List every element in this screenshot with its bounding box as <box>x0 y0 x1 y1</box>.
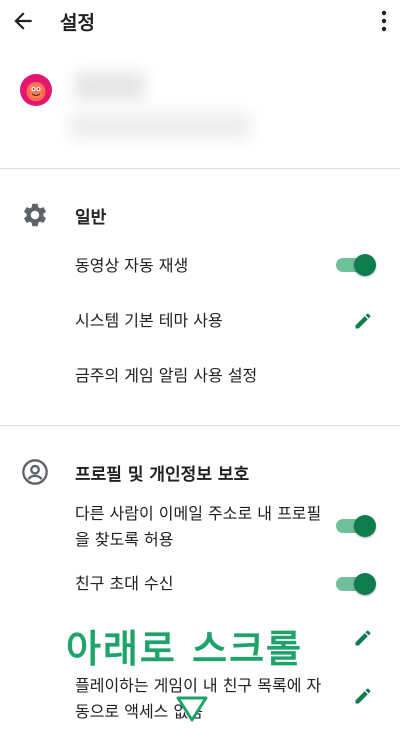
friend-invite-toggle[interactable] <box>336 572 376 596</box>
account-name-blurred <box>75 72 145 100</box>
account-card[interactable] <box>0 60 400 160</box>
autoplay-toggle[interactable] <box>336 253 376 277</box>
setting-system-theme-label[interactable]: 시스템 기본 테마 사용 <box>75 308 223 334</box>
setting-friend-invite-label[interactable]: 친구 초대 수신 <box>75 571 174 597</box>
edit-icon[interactable] <box>353 311 373 331</box>
scroll-hint-text: 아래로 스크롤 <box>66 627 303 671</box>
divider <box>0 425 400 426</box>
toggle-thumb <box>354 254 376 276</box>
more-vert-icon[interactable] <box>380 9 388 33</box>
account-circle-icon <box>22 459 48 485</box>
divider <box>0 168 400 169</box>
arrow-back-icon[interactable] <box>10 8 36 34</box>
page-title: 설정 <box>60 12 95 34</box>
toggle-thumb <box>354 573 376 595</box>
setting-find-by-email-label[interactable]: 다른 사람이 이메일 주소로 내 프로필을 찾도록 허용 <box>75 501 335 553</box>
app-bar: 설정 <box>0 0 400 42</box>
find-by-email-toggle[interactable] <box>336 514 376 538</box>
section-title-general: 일반 <box>75 208 107 228</box>
triangle-down-icon <box>176 696 208 722</box>
profile-avatar-icon <box>20 74 52 106</box>
gear-icon <box>24 203 46 227</box>
setting-weekly-game-notify-label[interactable]: 금주의 게임 알림 사용 설정 <box>75 363 257 389</box>
setting-autoplay-label[interactable]: 동영상 자동 재생 <box>75 253 188 279</box>
account-email-blurred <box>70 114 250 138</box>
toggle-thumb <box>354 515 376 537</box>
section-title-privacy: 프로필 및 개인정보 보호 <box>75 465 250 485</box>
edit-icon[interactable] <box>353 628 373 648</box>
edit-icon[interactable] <box>353 686 373 706</box>
